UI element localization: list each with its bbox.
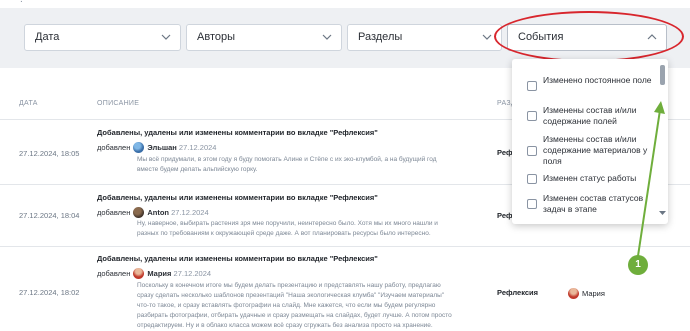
annotation-badge: 1 xyxy=(628,255,648,275)
annotation-arrow xyxy=(637,101,665,257)
